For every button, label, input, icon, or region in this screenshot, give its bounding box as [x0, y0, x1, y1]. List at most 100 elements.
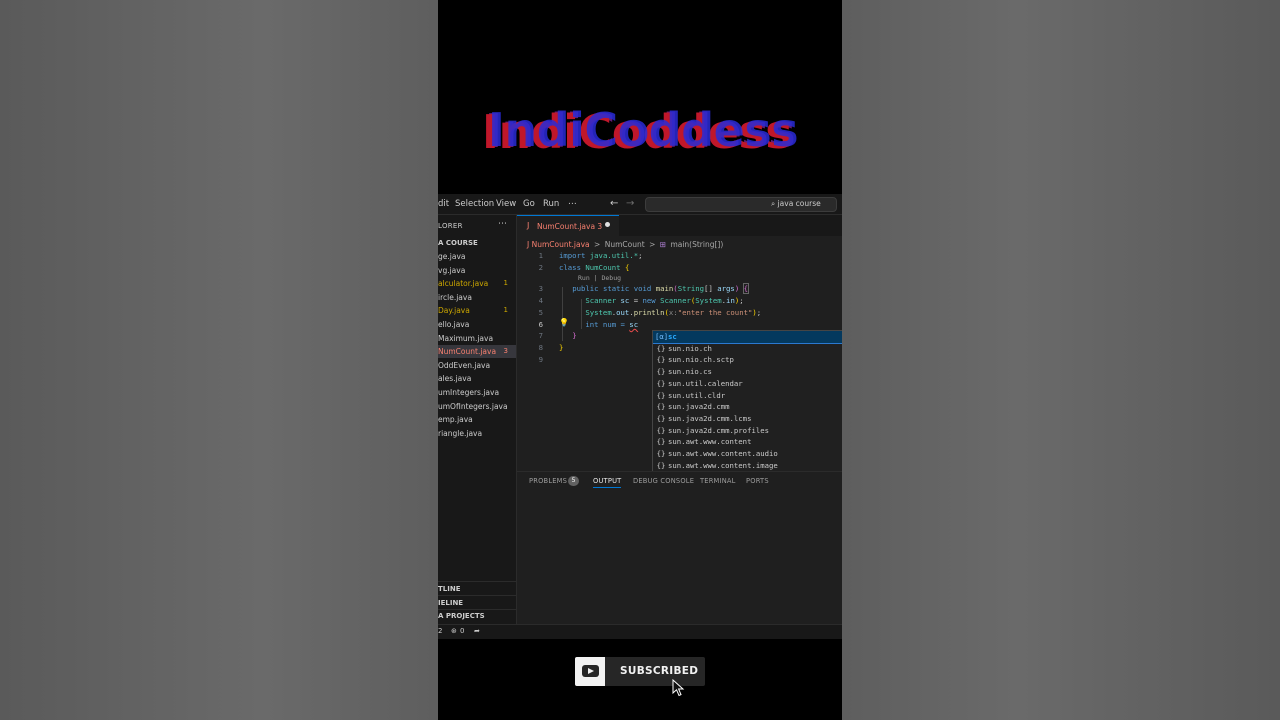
breadcrumb-method[interactable]: main(String[]) — [670, 240, 723, 249]
suggestion-item[interactable]: [α]sc — [653, 331, 842, 344]
menu-edit[interactable]: dit — [438, 199, 449, 209]
tab-debug-console[interactable]: DEBUG CONSOLE — [633, 477, 694, 485]
file-item[interactable]: ge.java — [438, 250, 516, 263]
chevron-right-icon: > — [649, 240, 656, 249]
radio-tower-icon[interactable]: ⊛ — [451, 627, 457, 635]
file-name: Day.java — [438, 306, 470, 316]
file-name: alculator.java — [438, 279, 489, 289]
tab-numcount[interactable]: J NumCount.java 3 — [517, 215, 619, 237]
line-number: 8 — [538, 343, 543, 352]
tab-problems[interactable]: PROBLEMS — [529, 477, 567, 485]
tab-terminal[interactable]: TERMINAL — [700, 477, 736, 485]
package-icon: {} — [656, 449, 666, 458]
file-item[interactable]: vg.java — [438, 264, 516, 277]
suggestion-item[interactable]: {} sun.awt.www.content.audio — [653, 448, 842, 460]
file-name: Maximum.java — [438, 333, 494, 343]
arrow-left-icon[interactable]: ← — [610, 198, 618, 209]
line-number: 4 — [538, 296, 543, 305]
live-share-icon[interactable]: ➦ — [474, 627, 480, 635]
suggestion-item[interactable]: {} sun.java2d.cmm — [653, 401, 842, 413]
file-name: umOfIntegers.java — [438, 401, 508, 411]
package-icon: {} — [656, 367, 666, 377]
outline-section[interactable]: TLINE — [438, 585, 460, 593]
file-item[interactable]: Day.java 1 — [438, 304, 516, 317]
workspace-folder[interactable]: A COURSE — [438, 239, 478, 247]
brand-title: IndiCoddess IndiCoddess IndiCoddess — [438, 96, 842, 166]
subscribe-label: SUBSCRIBED — [620, 665, 699, 677]
code-line-5: System.out.println(x:"enter the count"); — [585, 308, 762, 317]
suggestion-item[interactable]: {} sun.nio.cs — [653, 366, 842, 378]
breadcrumb: J NumCount.java > NumCount > ⊞ main(Stri… — [527, 240, 725, 249]
tab-output[interactable]: OUTPUT — [593, 477, 622, 488]
menu-view[interactable]: View — [496, 199, 516, 209]
command-center-search[interactable]: ⌕ java course — [645, 197, 837, 212]
menu-go[interactable]: Go — [523, 199, 535, 209]
package-icon: {} — [656, 343, 666, 353]
code-line-6: int num = sc — [559, 320, 638, 329]
file-item[interactable]: umOfIntegers.java — [438, 400, 516, 413]
file-item[interactable]: OddEven.java — [438, 359, 516, 372]
package-icon: {} — [656, 390, 666, 400]
suggestion-label: sun.nio.cs — [668, 367, 712, 377]
file-item[interactable]: NumCount.java 3 — [438, 345, 516, 359]
menu-run[interactable]: Run — [543, 199, 559, 209]
file-item[interactable]: ales.java — [438, 372, 516, 385]
line6-prefix: int num = — [585, 320, 630, 329]
package-icon: {} — [656, 413, 666, 423]
file-name: umIntegers.java — [438, 388, 500, 397]
file-item[interactable]: alculator.java 1 — [438, 277, 516, 290]
error-count[interactable]: 2 — [438, 627, 442, 635]
suggestion-label: sun.awt.www.content.audio — [668, 449, 778, 458]
bottom-panel: PROBLEMS 5 OUTPUT DEBUG CONSOLE TERMINAL… — [517, 471, 842, 584]
file-item[interactable]: umIntegers.java — [438, 386, 516, 399]
file-item[interactable]: Maximum.java — [438, 332, 516, 345]
suggestion-label: sun.java2d.cmm — [668, 402, 730, 412]
file-item[interactable]: emp.java — [438, 413, 516, 426]
vscode-window: dit Selection View Go Run ⋯ ← → ⌕ java c… — [438, 194, 842, 639]
suggestion-item[interactable]: {} sun.util.calendar — [653, 378, 842, 390]
suggestion-item[interactable]: {} sun.nio.ch — [653, 343, 842, 355]
suggestion-item[interactable]: {} sun.java2d.cmm.lcms — [653, 413, 842, 425]
suggestion-item[interactable]: {} sun.java2d.cmm.profiles — [653, 425, 842, 437]
java-projects-section[interactable]: A PROJECTS — [438, 612, 485, 620]
explorer-more-icon[interactable]: ⋯ — [498, 219, 507, 229]
suggestion-item[interactable]: {} sun.awt.www.content — [653, 436, 842, 448]
suggestion-match: sc — [668, 332, 677, 341]
suggestion-label: sun.awt.www.content.image — [668, 460, 778, 470]
package-icon: {} — [656, 437, 666, 447]
suggestion-label: sun.awt.www.content — [668, 437, 752, 447]
java-file-icon: J — [527, 221, 530, 230]
section-divider — [438, 609, 516, 610]
line-number: 7 — [538, 331, 543, 340]
suggestion-item[interactable]: {} sun.awt.www.content.image — [653, 460, 842, 472]
menu-more[interactable]: ⋯ — [568, 199, 577, 209]
tab-ports[interactable]: PORTS — [746, 477, 769, 485]
code-line-7: } — [572, 331, 577, 340]
arrow-right-icon[interactable]: → — [626, 198, 634, 209]
file-item[interactable]: ircle.java — [438, 291, 516, 304]
line-number-current: 6 — [538, 320, 543, 329]
problems-count-badge: 5 — [568, 476, 579, 486]
codelens-run-debug[interactable]: Run | Debug — [578, 274, 621, 282]
file-problem-badge: 3 — [503, 347, 508, 356]
explorer-sidebar: LORER ⋯ A COURSE ge.java vg.java alculator… — [438, 215, 517, 629]
breadcrumb-class[interactable]: NumCount — [605, 240, 645, 249]
status-bar: 2 ⊛ 0 ➦ — [438, 624, 842, 639]
suggestion-label: sun.util.calendar — [668, 378, 743, 388]
suggestion-item[interactable]: {} sun.util.cldr — [653, 390, 842, 402]
timeline-section[interactable]: IELINE — [438, 599, 463, 607]
file-problem-badge: 1 — [503, 279, 508, 288]
file-name: ircle.java — [438, 292, 472, 302]
file-name: NumCount.java — [438, 347, 497, 357]
code-line-2: class NumCount { — [559, 263, 630, 272]
file-item[interactable]: ello.java — [438, 318, 516, 331]
ports-count[interactable]: 0 — [460, 627, 464, 635]
breadcrumb-file[interactable]: J NumCount.java — [527, 240, 590, 249]
package-icon: {} — [656, 355, 666, 365]
unsaved-dot-icon[interactable] — [605, 222, 610, 227]
menu-selection[interactable]: Selection — [455, 199, 494, 209]
blurred-background-left — [0, 0, 438, 720]
code-line-1: import java.util.*; — [559, 251, 643, 260]
suggestion-item[interactable]: {} sun.nio.ch.sctp — [653, 354, 842, 366]
file-item[interactable]: riangle.java — [438, 427, 516, 440]
